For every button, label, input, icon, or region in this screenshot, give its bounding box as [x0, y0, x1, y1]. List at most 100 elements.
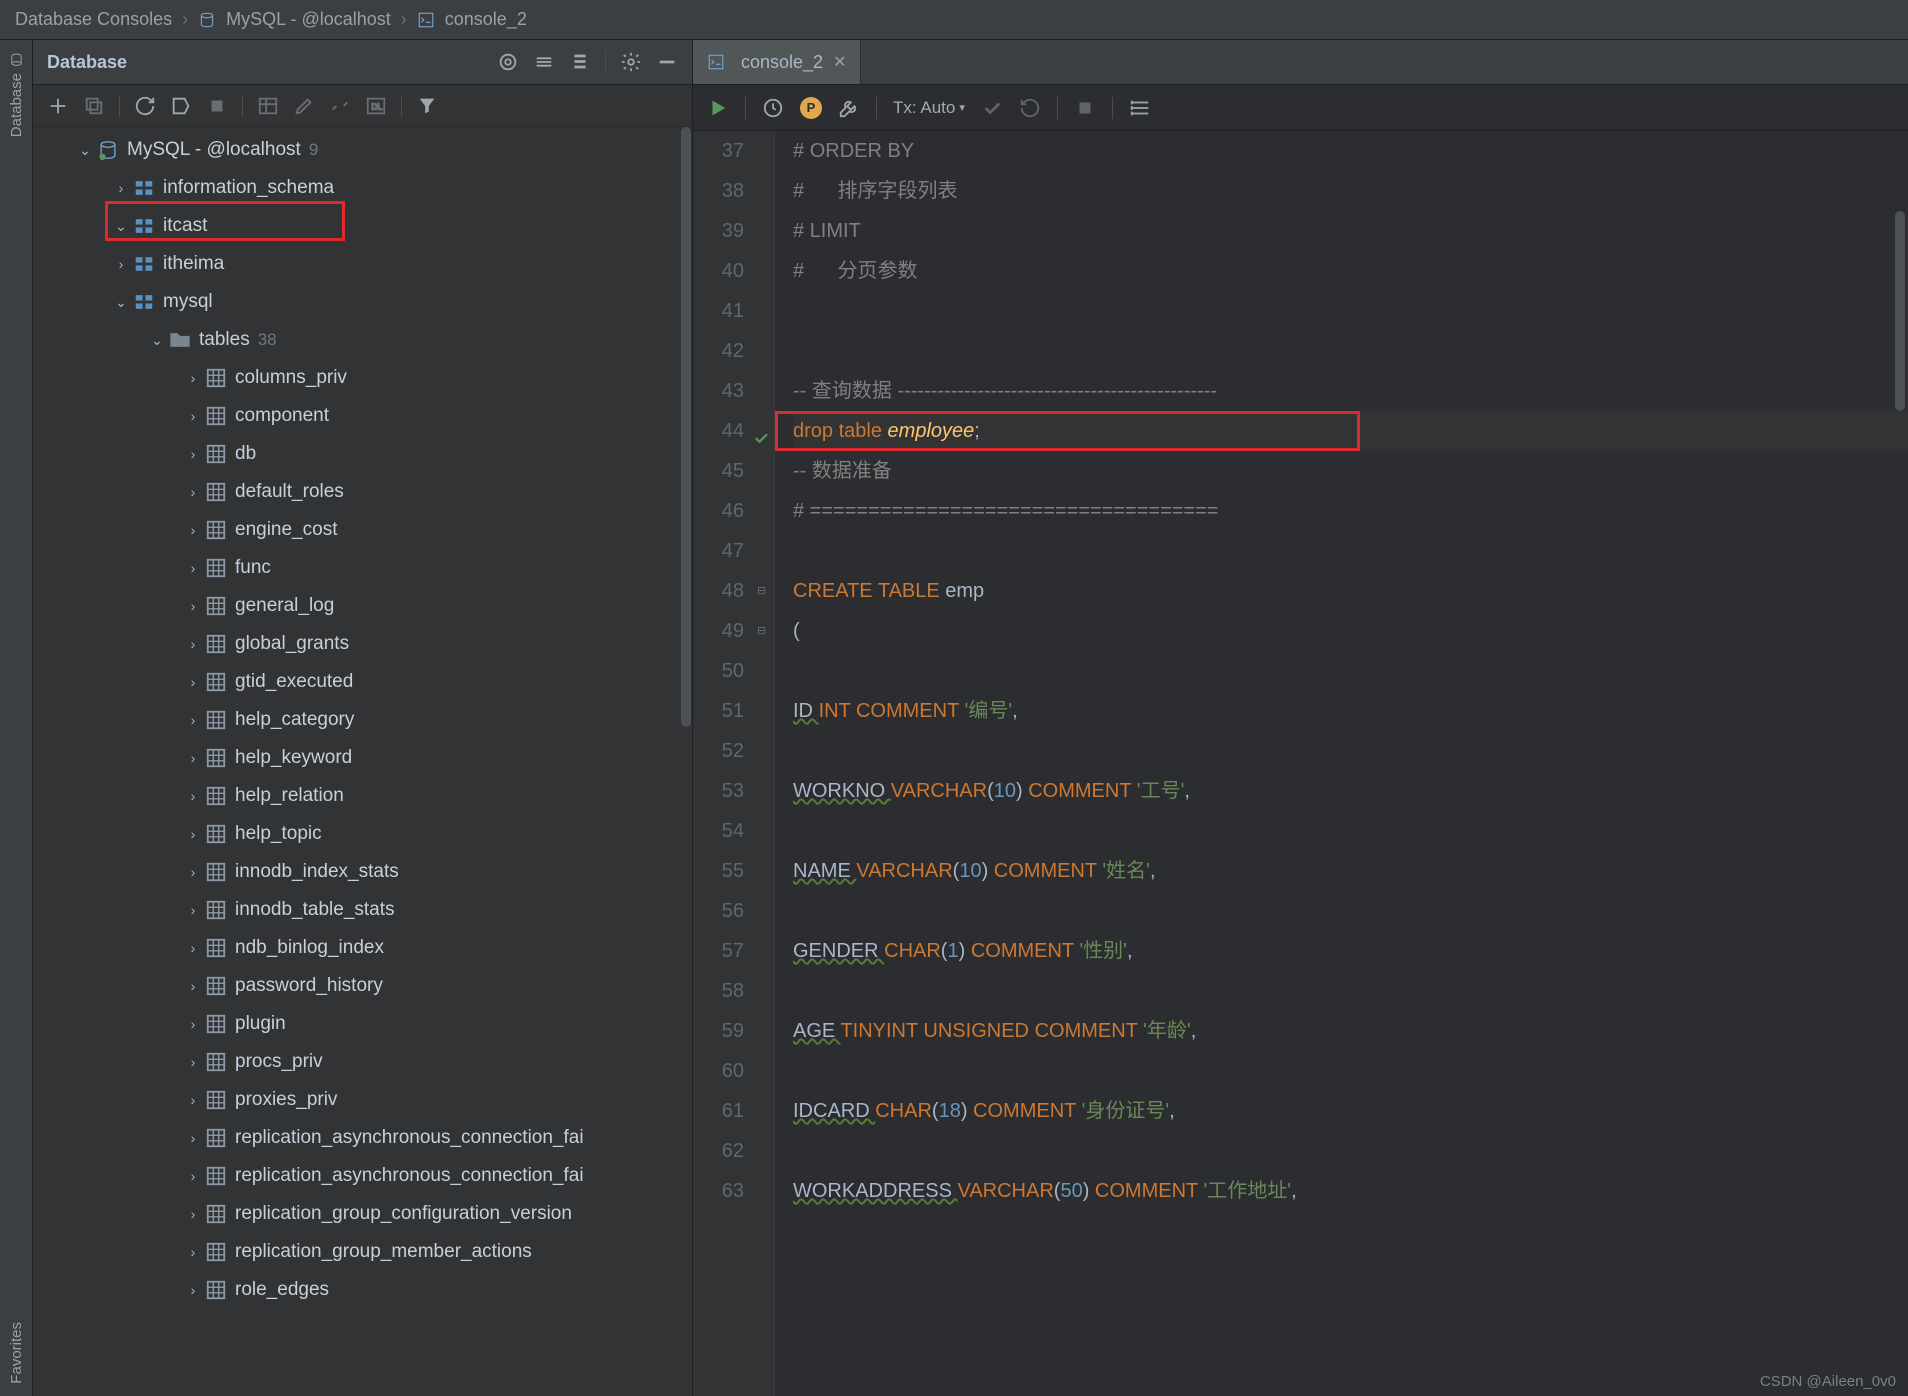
tree-arrow[interactable]: ⌄ [111, 294, 131, 311]
tree-arrow[interactable]: › [183, 1206, 203, 1222]
tree-arrow[interactable]: › [183, 1016, 203, 1032]
bc-item[interactable]: Database Consoles [15, 9, 172, 30]
table-node[interactable]: ›help_topic [33, 815, 692, 853]
table-node[interactable]: ›replication_asynchronous_connection_fai [33, 1119, 692, 1157]
target-icon[interactable] [497, 51, 519, 73]
table-node[interactable]: ›db [33, 435, 692, 473]
sync-icon[interactable] [329, 95, 351, 117]
tables-folder[interactable]: ⌄tables38 [33, 321, 692, 359]
tree-arrow[interactable]: › [183, 636, 203, 652]
history-icon[interactable] [762, 97, 784, 119]
tree-arrow[interactable]: › [111, 180, 131, 196]
table-node[interactable]: ›plugin [33, 1005, 692, 1043]
tree-label: replication_group_configuration_version [235, 1203, 572, 1225]
expand-all-icon[interactable] [533, 51, 555, 73]
tree-arrow[interactable]: › [183, 826, 203, 842]
rows-icon[interactable] [1129, 97, 1151, 119]
stop-icon[interactable] [206, 95, 228, 117]
run-icon[interactable] [707, 97, 729, 119]
table-node[interactable]: ›help_keyword [33, 739, 692, 777]
collapse-all-icon[interactable] [569, 51, 591, 73]
database-tool-tab[interactable]: Database [8, 40, 25, 149]
minimize-icon[interactable] [656, 51, 678, 73]
schema-node[interactable]: ⌄mysql [33, 283, 692, 321]
table-node[interactable]: ›replication_asynchronous_connection_fai [33, 1157, 692, 1195]
gear-icon[interactable] [620, 51, 642, 73]
schema-node-itcast[interactable]: ⌄itcast [33, 207, 692, 245]
tree-arrow[interactable]: ⌄ [111, 218, 131, 235]
tree-arrow[interactable]: › [183, 1054, 203, 1070]
tree-arrow[interactable]: › [183, 940, 203, 956]
tree-arrow[interactable]: › [111, 256, 131, 272]
table-node[interactable]: ›func [33, 549, 692, 587]
filter-icon[interactable] [416, 95, 438, 117]
tree-arrow[interactable]: › [183, 560, 203, 576]
tree-arrow[interactable]: › [183, 446, 203, 462]
edit-icon[interactable] [293, 95, 315, 117]
table-node[interactable]: ›general_log [33, 587, 692, 625]
wrench-icon[interactable] [838, 97, 860, 119]
table-node[interactable]: ›role_edges [33, 1271, 692, 1309]
favorites-tool-tab[interactable]: Favorites [8, 1310, 25, 1396]
bc-item[interactable]: console_2 [445, 9, 527, 30]
tree-arrow[interactable]: › [183, 978, 203, 994]
tree-arrow[interactable]: › [183, 1244, 203, 1260]
tree-arrow[interactable]: › [183, 484, 203, 500]
close-icon[interactable]: ✕ [833, 52, 846, 72]
commit-icon[interactable] [981, 97, 1003, 119]
table-node[interactable]: ›component [33, 397, 692, 435]
table-icon[interactable] [257, 95, 279, 117]
table-node[interactable]: ›columns_priv [33, 359, 692, 397]
database-tree[interactable]: ⌄MySQL - @localhost9›information_schema⌄… [33, 127, 692, 1396]
tree-arrow[interactable]: › [183, 1092, 203, 1108]
table-node[interactable]: ›innodb_table_stats [33, 891, 692, 929]
script-icon[interactable] [170, 95, 192, 117]
table-node[interactable]: ›engine_cost [33, 511, 692, 549]
tree-arrow[interactable]: › [183, 788, 203, 804]
table-node[interactable]: › replication_group_configuration_version [33, 1195, 692, 1233]
bc-item[interactable]: MySQL - @localhost [226, 9, 391, 30]
console-file-icon [417, 11, 435, 29]
code-editor[interactable]: 3738394041424344454647484950515253545556… [693, 131, 1908, 1396]
table-node[interactable]: ›help_category [33, 701, 692, 739]
scrollbar[interactable] [1894, 131, 1906, 1396]
copy-icon[interactable] [83, 95, 105, 117]
schema-node[interactable]: ›itheima [33, 245, 692, 283]
schema-node[interactable]: ›information_schema [33, 169, 692, 207]
tree-arrow[interactable]: › [183, 674, 203, 690]
tree-arrow[interactable]: › [183, 370, 203, 386]
add-icon[interactable] [47, 95, 69, 117]
refresh-icon[interactable] [134, 95, 156, 117]
tree-arrow[interactable]: › [183, 864, 203, 880]
table-node[interactable]: ›default_roles [33, 473, 692, 511]
table-node-icon [205, 443, 227, 465]
rollback-icon[interactable] [1019, 97, 1041, 119]
table-node[interactable]: ›innodb_index_stats [33, 853, 692, 891]
tab-console2[interactable]: console_2 ✕ [693, 40, 861, 84]
table-node[interactable]: ›password_history [33, 967, 692, 1005]
table-node[interactable]: ›ndb_binlog_index [33, 929, 692, 967]
tree-arrow[interactable]: › [183, 712, 203, 728]
table-node[interactable]: ›procs_priv [33, 1043, 692, 1081]
tree-arrow[interactable]: › [183, 1130, 203, 1146]
explain-plan-icon[interactable]: P [800, 97, 822, 119]
tree-arrow[interactable]: › [183, 1282, 203, 1298]
cancel-icon[interactable] [1074, 97, 1096, 119]
table-node[interactable]: ›proxies_priv [33, 1081, 692, 1119]
tree-arrow[interactable]: › [183, 408, 203, 424]
tx-mode-dropdown[interactable]: Tx: Auto ▾ [893, 98, 965, 118]
tree-arrow[interactable]: › [183, 1168, 203, 1184]
tree-arrow[interactable]: ⌄ [75, 142, 95, 159]
table-node[interactable]: ›global_grants [33, 625, 692, 663]
table-node[interactable]: ›gtid_executed [33, 663, 692, 701]
tree-arrow[interactable]: ⌄ [147, 332, 167, 349]
tree-arrow[interactable]: › [183, 598, 203, 614]
tree-arrow[interactable]: › [183, 750, 203, 766]
scrollbar[interactable] [680, 127, 692, 1396]
table-node[interactable]: ›help_relation [33, 777, 692, 815]
tree-arrow[interactable]: › [183, 902, 203, 918]
console-icon[interactable]: DL [365, 95, 387, 117]
datasource-node[interactable]: ⌄MySQL - @localhost9 [33, 131, 692, 169]
table-node[interactable]: ›replication_group_member_actions [33, 1233, 692, 1271]
tree-arrow[interactable]: › [183, 522, 203, 538]
